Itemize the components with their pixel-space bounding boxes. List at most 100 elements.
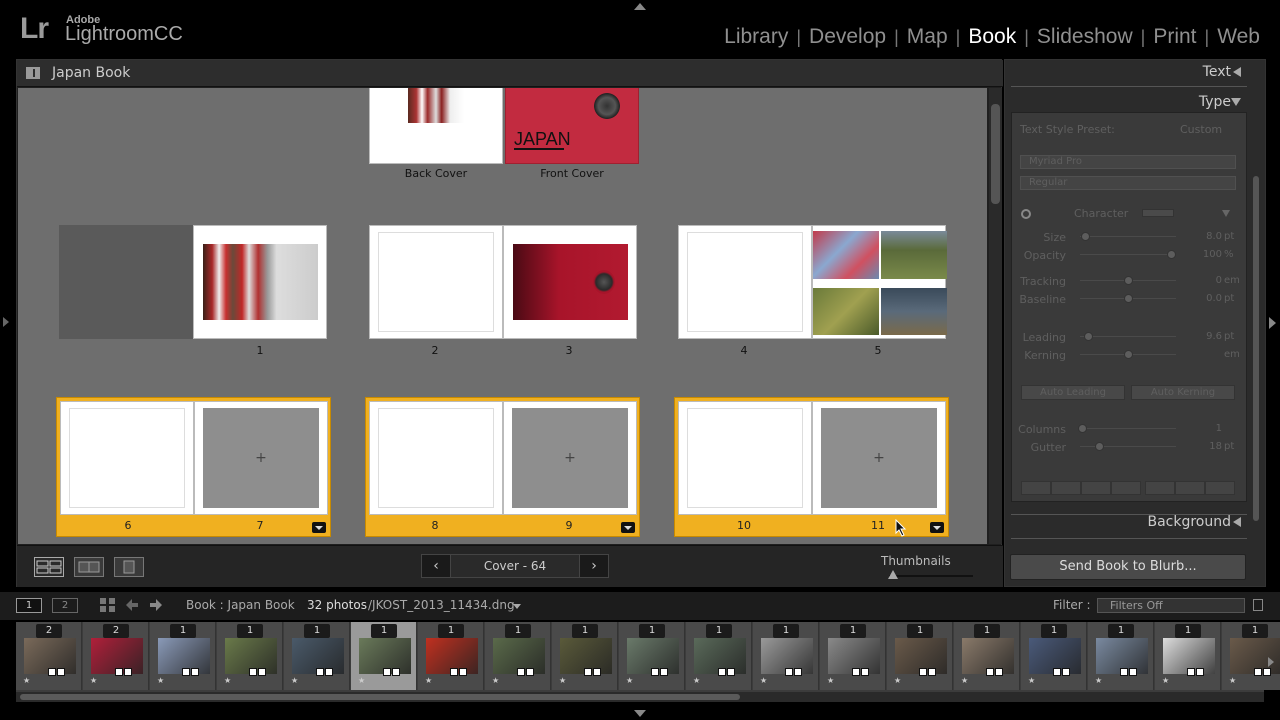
align-middle-icon[interactable] — [1175, 481, 1205, 495]
spread-options-icon[interactable] — [930, 522, 944, 533]
justify-icon[interactable] — [1111, 481, 1141, 495]
filmstrip-thumbnail[interactable]: 1 ★ — [1088, 622, 1154, 690]
type-section-header[interactable]: Type — [1199, 94, 1231, 110]
filmstrip-scrollbar[interactable] — [16, 692, 1264, 702]
slider-knob[interactable] — [1083, 332, 1093, 341]
slider-value[interactable]: 18 — [1182, 441, 1222, 452]
align-left-icon[interactable] — [1021, 481, 1051, 495]
module-web[interactable]: Web — [1209, 25, 1268, 49]
spread-view-button[interactable] — [74, 557, 104, 577]
filename-dropdown-icon[interactable] — [513, 604, 521, 609]
font-style-select[interactable]: Regular — [1020, 176, 1236, 190]
multi-page-view-button[interactable] — [34, 557, 64, 577]
module-book[interactable]: Book — [960, 25, 1024, 49]
right-panel-toggle-icon[interactable] — [1269, 317, 1276, 329]
slider-value[interactable]: 100 — [1182, 249, 1222, 260]
filmstrip-scroll-thumb[interactable] — [20, 694, 740, 700]
grid-icon[interactable] — [100, 598, 116, 613]
photo-placeholder[interactable]: + — [203, 408, 319, 508]
filmstrip-thumbnail[interactable]: 1 ★ — [217, 622, 283, 690]
page-5[interactable] — [812, 225, 947, 339]
module-print[interactable]: Print — [1145, 25, 1204, 49]
page-9[interactable]: + — [503, 401, 637, 515]
filmstrip-thumbnail[interactable]: 1 ★ — [1222, 622, 1280, 690]
slider-value[interactable]: 9.6 — [1182, 331, 1222, 342]
filmstrip-thumbnail[interactable]: 1 ★ — [887, 622, 953, 690]
filmstrip-thumbnail[interactable]: 1 ★ — [552, 622, 618, 690]
module-library[interactable]: Library — [716, 25, 796, 49]
slider-value[interactable]: 1 — [1182, 423, 1222, 434]
filmstrip-thumbnail[interactable]: 1 ★ — [284, 622, 350, 690]
slider-knob[interactable] — [1080, 232, 1090, 241]
slider-knob[interactable] — [1167, 250, 1177, 259]
module-develop[interactable]: Develop — [801, 25, 894, 49]
page-10[interactable] — [678, 401, 812, 515]
slider-knob[interactable] — [1095, 442, 1105, 451]
target-adjust-icon[interactable] — [1021, 209, 1031, 219]
back-cover-page[interactable] — [369, 88, 503, 164]
forward-arrow-icon[interactable] — [149, 598, 163, 613]
panel-toggle-icon[interactable] — [26, 67, 40, 79]
slider-size[interactable] — [1080, 236, 1176, 237]
align-right-icon[interactable] — [1081, 481, 1111, 495]
auto-kerning-button[interactable]: Auto Kerning — [1131, 385, 1235, 400]
page-3[interactable] — [503, 225, 637, 339]
filmstrip-source[interactable]: Book : Japan Book — [186, 598, 295, 612]
slider-knob[interactable] — [1124, 350, 1133, 359]
filmstrip-thumbnail[interactable]: 1 ★ — [954, 622, 1020, 690]
text-panel-header[interactable]: Text — [1203, 64, 1231, 80]
page-6[interactable] — [60, 401, 194, 515]
bottom-panel-toggle-icon[interactable] — [634, 710, 646, 717]
spread-options-icon[interactable] — [621, 522, 635, 533]
filmstrip-thumbnail[interactable]: 1 ★ — [150, 622, 216, 690]
send-to-blurb-button[interactable]: Send Book to Blurb... — [1010, 554, 1246, 580]
filmstrip-thumbnail[interactable]: 1 ★ — [820, 622, 886, 690]
photo-placeholder[interactable]: + — [821, 408, 937, 508]
slider-knob[interactable] — [1124, 276, 1133, 285]
front-cover-page[interactable]: JAPAN — [505, 88, 639, 164]
slider-columns[interactable] — [1080, 428, 1176, 429]
collapse-background-icon[interactable] — [1233, 517, 1241, 527]
filmstrip-scroll-right-icon[interactable] — [1268, 657, 1274, 667]
slider-opacity[interactable] — [1080, 254, 1176, 255]
page-8[interactable] — [369, 401, 503, 515]
module-map[interactable]: Map — [899, 25, 956, 49]
page-7[interactable]: + — [194, 401, 328, 515]
filmstrip-thumbnail[interactable]: 1 ★ — [686, 622, 752, 690]
align-top-icon[interactable] — [1145, 481, 1175, 495]
module-slideshow[interactable]: Slideshow — [1029, 25, 1141, 49]
text-style-preset-value[interactable]: Custom — [1180, 123, 1222, 136]
align-bottom-icon[interactable] — [1205, 481, 1235, 495]
filmstrip-thumbnail[interactable]: 2 ★ — [16, 622, 82, 690]
filmstrip-thumbnail[interactable]: 1 ★ — [351, 622, 417, 690]
page-1[interactable] — [193, 225, 327, 339]
slider-knob[interactable] — [1124, 294, 1133, 303]
scrollbar-thumb[interactable] — [991, 104, 1000, 204]
character-dropdown-icon[interactable] — [1222, 210, 1230, 217]
font-family-select[interactable]: Myriad Pro — [1020, 155, 1236, 169]
single-page-view-button[interactable] — [114, 557, 144, 577]
page-2[interactable] — [369, 225, 503, 339]
auto-leading-button[interactable]: Auto Leading — [1021, 385, 1125, 400]
page-11[interactable]: + — [812, 401, 946, 515]
filmstrip-thumbnail[interactable]: 1 ★ — [1155, 622, 1221, 690]
photo-placeholder[interactable]: + — [512, 408, 628, 508]
book-canvas[interactable]: JAPAN Back Cover Front Cover 1 2 3 4 5 +… — [18, 88, 987, 544]
filmstrip-thumbnail[interactable]: 1 ★ — [619, 622, 685, 690]
left-panel-toggle-icon[interactable] — [3, 317, 9, 327]
thumbnail-size-slider[interactable] — [889, 575, 973, 577]
right-panel-scrollbar[interactable] — [1253, 176, 1259, 521]
previous-page-button[interactable]: ‹ — [421, 554, 451, 578]
filmstrip-thumbnail[interactable]: 1 ★ — [753, 622, 819, 690]
primary-window-button[interactable]: 1 — [16, 598, 42, 613]
top-panel-toggle-icon[interactable] — [634, 3, 646, 10]
page-4[interactable] — [678, 225, 812, 339]
next-page-button[interactable]: › — [579, 554, 609, 578]
canvas-scrollbar[interactable] — [989, 88, 1002, 544]
background-panel-header[interactable]: Background — [1147, 514, 1231, 530]
slider-value[interactable]: 0 — [1182, 275, 1222, 286]
collapse-text-icon[interactable] — [1233, 67, 1241, 77]
character-color-swatch[interactable] — [1142, 209, 1174, 217]
slider-knob[interactable] — [1077, 424, 1087, 433]
align-center-icon[interactable] — [1051, 481, 1081, 495]
